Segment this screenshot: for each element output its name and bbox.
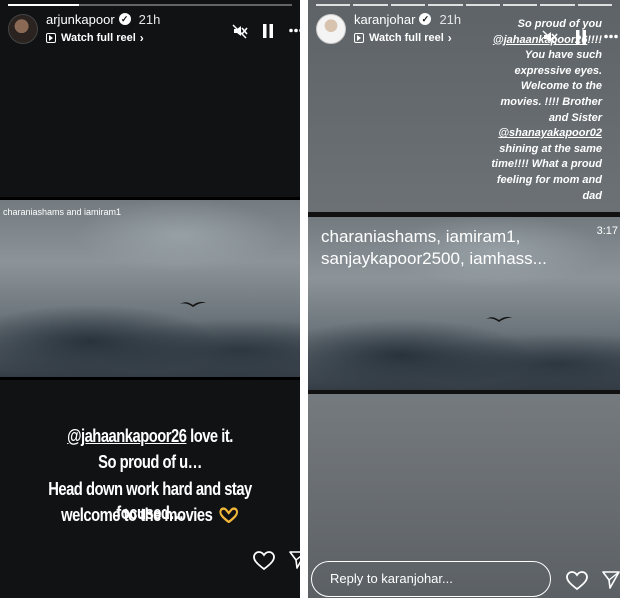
pause-icon[interactable] [262, 23, 274, 39]
mention-link[interactable]: @jahaankapoor26 [67, 426, 187, 446]
caption-text: Welcome to the [520, 80, 602, 93]
caption-line: time!!!! What a proud [432, 157, 602, 173]
story-caption-line4: welcome to the movies [27, 503, 273, 527]
right-story-panel[interactable]: karanjohar ✓ 21h Watch full reel › So pr… [308, 0, 620, 598]
caption-text: expressive eyes. [514, 64, 602, 77]
heart-hands-emoji-icon [219, 507, 239, 524]
reel-collaborators-line1: charaniashams, iamiram1, [321, 227, 521, 246]
caption-line: You have such [432, 48, 602, 64]
reel-duration: 3:17 [596, 225, 618, 237]
caption-text: feeling for mom and [496, 173, 602, 186]
username[interactable]: arjunkapoor [46, 12, 115, 27]
panel-divider [300, 0, 308, 598]
reply-input[interactable]: Reply to karanjohar... [311, 561, 551, 597]
reel-video-thumbnail[interactable] [0, 197, 300, 380]
caption-text: welcome to the movies [61, 505, 213, 525]
mute-icon[interactable] [542, 29, 558, 45]
send-icon[interactable] [602, 571, 620, 589]
caption-line: expressive eyes. [432, 64, 602, 80]
left-story-panel[interactable]: arjunkapoor ✓ 21h Watch full reel › char… [0, 0, 300, 598]
avatar[interactable] [316, 14, 346, 44]
caption-text: You have such [524, 49, 602, 62]
caption-line: Welcome to the [432, 79, 602, 95]
caption-line: movies. !!!! Brother [432, 95, 602, 111]
mention-link[interactable]: @shanayakapoor02 [498, 127, 602, 139]
caption-text: !!!! [587, 33, 602, 46]
heart-icon[interactable] [566, 571, 588, 591]
watch-full-reel-link[interactable]: Watch full reel › [46, 31, 160, 45]
caption-text: shining at the same [499, 142, 602, 155]
story-caption-line2: So proud of u… [98, 452, 202, 472]
story-progress-segment [502, 4, 538, 6]
chevron-right-icon: › [139, 31, 144, 45]
story-progress-fill [8, 4, 79, 6]
caption-text: and Sister [548, 111, 602, 124]
story-caption-line1: @jahaankapoor26 love it. [27, 424, 273, 448]
reel-collaborators: charaniashams and iamiram1 [3, 207, 122, 217]
caption-line: shining at the same [432, 142, 602, 158]
more-icon[interactable] [289, 28, 300, 33]
more-icon[interactable] [604, 34, 618, 39]
post-time: 21h [138, 11, 161, 27]
caption-line: and Sister [432, 111, 602, 127]
reel-icon [354, 33, 364, 43]
caption-line: dad [432, 189, 602, 205]
avatar[interactable] [8, 14, 38, 44]
username[interactable]: karanjohar [354, 12, 415, 27]
bird-silhouette [486, 316, 512, 322]
caption-text: time!!!! What a proud [491, 158, 602, 171]
story-progress-segment [577, 4, 612, 6]
verified-badge-icon: ✓ [118, 13, 131, 25]
story-progress-segment [390, 4, 426, 6]
caption-text: So proud of you [517, 18, 602, 30]
bird-silhouette [180, 301, 206, 307]
mute-icon[interactable] [232, 23, 248, 39]
story-progress-segment [316, 4, 351, 6]
story-progress-bar [8, 4, 292, 6]
watch-full-reel-label: Watch full reel [61, 32, 136, 44]
story-progress-segment [353, 4, 388, 6]
verified-badge-icon: ✓ [419, 13, 432, 25]
story-progress-segment [428, 4, 463, 6]
caption-text: dad [582, 189, 602, 202]
story-progress-segment [540, 4, 575, 6]
reel-icon [46, 33, 56, 43]
send-icon[interactable] [289, 551, 300, 569]
reel-collaborators-line2: sanjaykapoor2500, iamhass... [321, 249, 547, 268]
story-progress-segment [465, 4, 500, 6]
story-text-overlay: So proud of you @jahaankapoor26!!!! You ha… [432, 17, 602, 204]
heart-icon[interactable] [253, 551, 275, 571]
reel-collaborators: charaniashams, iamiram1, sanjaykapoor250… [321, 226, 601, 270]
caption-line: @shanayakapoor02 [432, 126, 602, 142]
caption-line: feeling for mom and [432, 173, 602, 189]
caption-text: movies. !!!! Brother [500, 95, 602, 108]
mention-link[interactable]: @jahaankapoor26 [493, 34, 587, 46]
pause-icon[interactable] [575, 29, 587, 45]
story-header: arjunkapoor ✓ 21h Watch full reel › [8, 10, 300, 50]
caption-text: love it. [186, 426, 233, 446]
